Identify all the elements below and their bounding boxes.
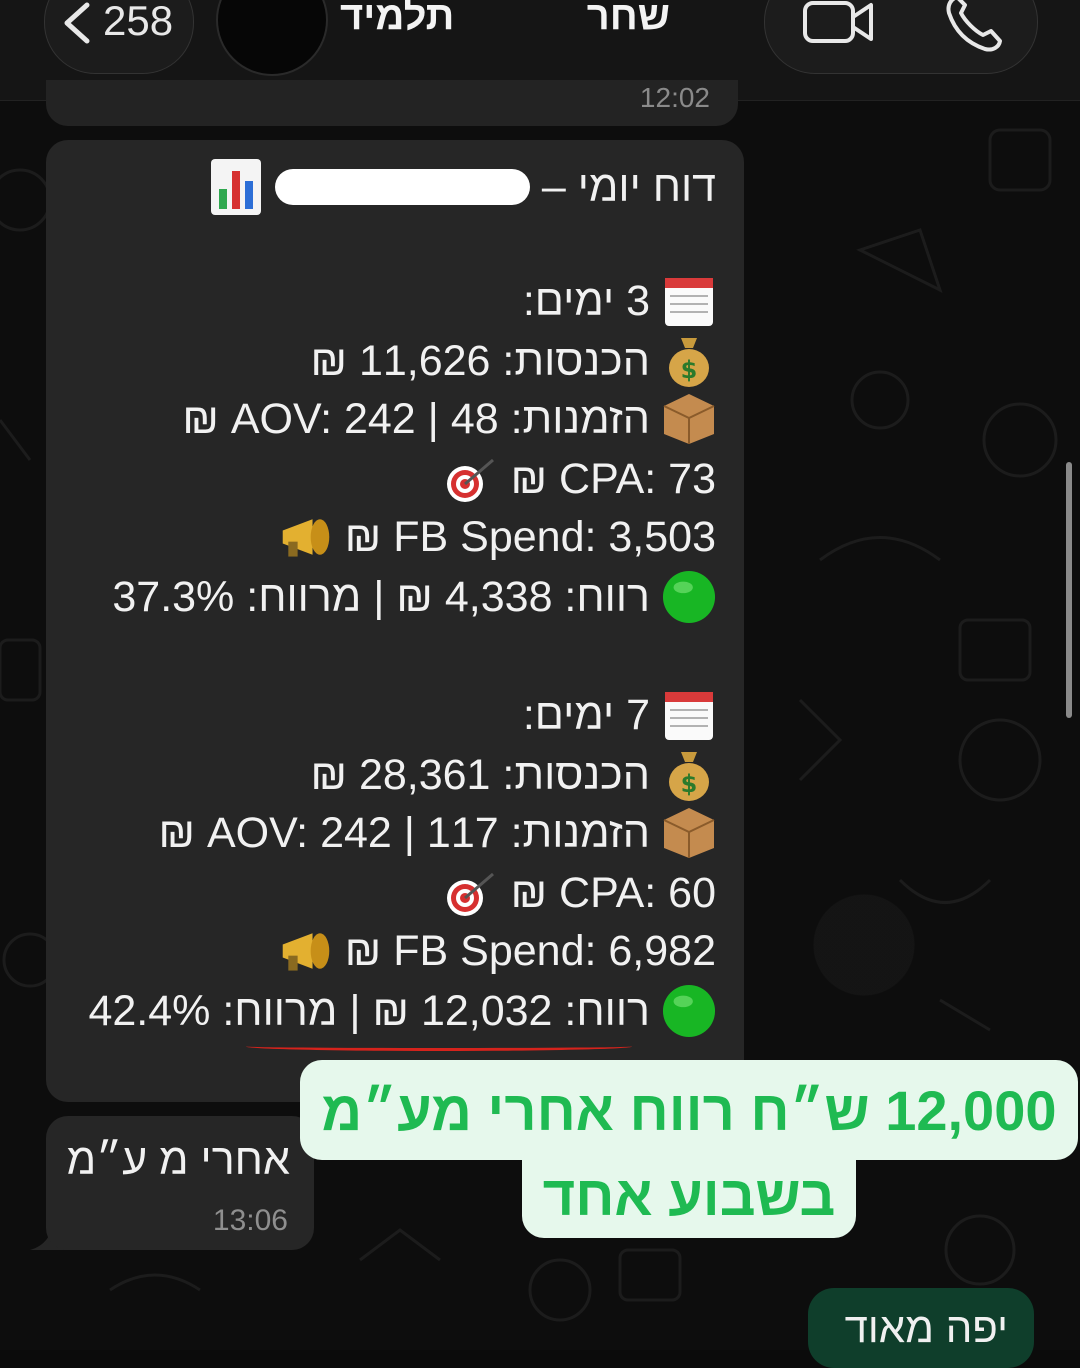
section2-fb-line: FB Spend: 6,982 ₪ [279,924,716,978]
contact-avatar[interactable] [216,0,328,76]
section2-revenue: הכנסות: 28,361 ₪ [310,750,650,799]
section2-cpa: CPA: 60 ₪ [510,868,716,917]
section1-profit-line: רווח: 4,338 ₪ | מרווח: 37.3% [112,570,716,624]
section1-period: 3 ימים: [522,276,650,325]
outgoing-message-bubble[interactable]: יפה מאוד [808,1288,1034,1368]
section1-period-line: 3 ימים: [523,274,716,328]
calendar-icon [662,688,716,742]
contact-name-second: תלמיד [340,0,455,38]
section2-orders: הזמנות: 117 | AOV: 242 ₪ [158,808,651,857]
section2-period: 7 ימים: [522,690,650,739]
bar-chart-icon [209,159,263,215]
phone-call-icon[interactable] [943,0,1003,53]
section2-period-line: 7 ימים: [523,688,716,742]
report-message-bubble[interactable]: דוח יומי – 3 ימים: $ הכנסות: 11,626 ₪ הז… [46,140,744,1102]
svg-text:$: $ [681,356,698,384]
contact-name-first: שחר [586,0,670,38]
report-title: דוח יומי – [541,162,716,211]
incoming-message-bubble[interactable]: אחרי מ ע״מ 13:06 [46,1116,314,1250]
message-text: אחרי מ ע״מ [66,1136,290,1184]
money-bag-icon: $ [662,748,716,802]
message-text: יפה מאוד [844,1304,1008,1351]
previous-message-bubble[interactable]: 12:02 [46,80,738,126]
package-icon [662,392,716,446]
scrollbar[interactable] [1066,462,1072,718]
name-redaction [455,0,565,30]
section1-fb-line: FB Spend: 3,503 ₪ [279,510,716,564]
svg-text:$: $ [681,770,698,798]
video-call-icon[interactable] [801,0,877,47]
megaphone-icon [279,924,333,978]
section1-orders: הזמנות: 48 | AOV: 242 ₪ [182,394,650,443]
target-icon [445,452,499,506]
section2-revenue-line: $ הכנסות: 28,361 ₪ [310,748,716,802]
section2-profit: רווח: 12,032 ₪ | מרווח: 42.4% [88,986,650,1035]
section1-profit: רווח: 4,338 ₪ | מרווח: 37.3% [112,572,650,621]
section1-fb-spend: FB Spend: 3,503 ₪ [344,512,716,561]
unread-count: 258 [103,0,174,44]
report-title-line: דוח יומי – [209,159,716,215]
section1-orders-line: הזמנות: 48 | AOV: 242 ₪ [182,392,716,446]
section1-revenue-line: $ הכנסות: 11,626 ₪ [310,334,716,388]
callout-line-1: 12,000 ש״ח רווח אחרי מע״מ [300,1060,1078,1160]
section2-profit-line: רווח: 12,032 ₪ | מרווח: 42.4% [88,984,716,1038]
section1-cpa-line: CPA: 73 ₪ [445,452,716,506]
name-redaction [274,169,530,205]
chevron-left-icon [64,2,90,44]
callout-line-2: בשבוע אחד [522,1152,856,1238]
section2-orders-line: הזמנות: 117 | AOV: 242 ₪ [159,806,717,860]
message-timestamp: 12:02 [639,82,710,113]
megaphone-icon [279,510,333,564]
highlight-underline [246,1042,632,1051]
call-actions [764,0,1038,74]
message-timestamp: 13:06 [212,1204,288,1237]
green-circle-icon [662,570,716,624]
back-button[interactable]: 258 [44,0,194,74]
target-icon [445,866,499,920]
green-circle-icon [662,984,716,1038]
calendar-icon [662,274,716,328]
section1-revenue: הכנסות: 11,626 ₪ [310,336,650,385]
package-icon [662,806,716,860]
section2-fb-spend: FB Spend: 6,982 ₪ [344,926,716,975]
money-bag-icon: $ [662,334,716,388]
section1-cpa: CPA: 73 ₪ [510,454,716,503]
section2-cpa-line: CPA: 60 ₪ [445,866,716,920]
